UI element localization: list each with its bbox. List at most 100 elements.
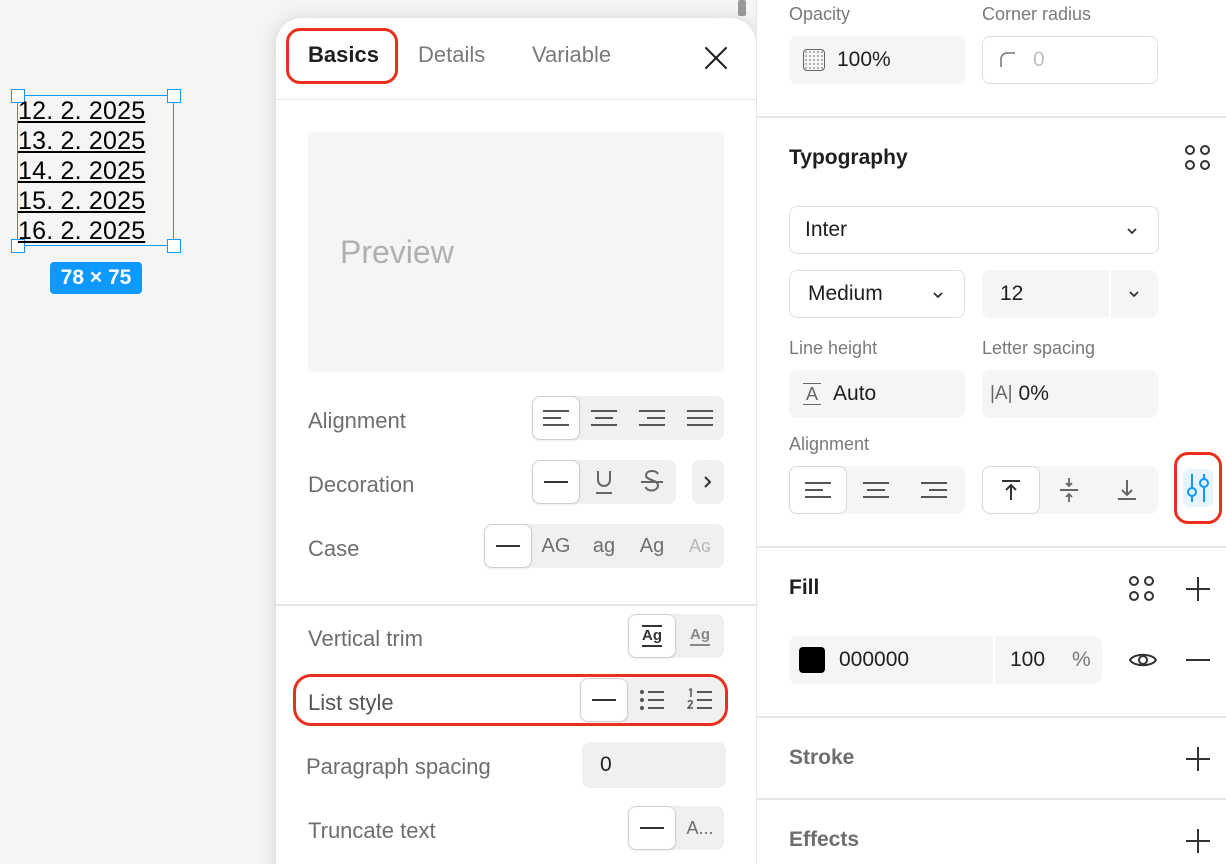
section-divider	[757, 546, 1226, 548]
opacity-input[interactable]: 100%	[789, 36, 965, 84]
case-label: Case	[308, 536, 360, 561]
text-styles-icon[interactable]	[1185, 145, 1211, 171]
add-effect-icon[interactable]	[1186, 829, 1210, 853]
truncate-segmented: A...	[628, 806, 724, 850]
align-right-button[interactable]	[628, 396, 676, 440]
font-size-input[interactable]: 12	[982, 270, 1158, 318]
strikethrough-button[interactable]	[628, 460, 676, 504]
stroke-title: Stroke	[789, 746, 855, 769]
align-justify-icon	[687, 410, 713, 426]
corner-radius-input[interactable]: 0	[982, 36, 1158, 84]
text-alignment-label: Alignment	[789, 434, 870, 454]
section-divider	[757, 716, 1226, 718]
typography-title: Typography	[789, 146, 908, 169]
selected-text-layer[interactable]: 12. 2. 2025 13. 2. 2025 14. 2. 2025 15. …	[18, 96, 178, 246]
underline-icon	[596, 471, 612, 494]
align-center-button[interactable]	[580, 396, 628, 440]
case-upper-button[interactable]: AG	[532, 524, 580, 568]
text-line: 12. 2. 2025	[18, 97, 146, 125]
underline-button[interactable]	[580, 460, 628, 504]
opacity-value: 100%	[837, 48, 891, 71]
dash-icon	[496, 545, 520, 547]
highlight-ring	[286, 28, 398, 84]
type-settings-button[interactable]	[1174, 452, 1222, 524]
chevron-down-icon	[933, 292, 943, 299]
vertical-trim-cap-button[interactable]: Ag	[676, 614, 724, 658]
opacity-label: Opacity	[789, 4, 851, 24]
preview-area: Preview	[308, 132, 724, 372]
paragraph-spacing-input[interactable]: 0	[582, 742, 726, 788]
corner-radius-label: Corner radius	[982, 4, 1092, 24]
chevron-down-icon	[1127, 228, 1137, 235]
remove-fill-icon[interactable]	[1186, 659, 1210, 661]
trim-standard-icon: Ag	[642, 625, 662, 647]
decoration-more-button[interactable]	[692, 460, 724, 504]
decoration-none-button[interactable]	[532, 460, 580, 504]
truncate-none-button[interactable]	[628, 806, 676, 850]
case-title-button[interactable]: Ag	[628, 524, 676, 568]
truncate-ellipsis-button[interactable]: A...	[676, 806, 724, 850]
fill-color-input[interactable]: 000000 100 %	[789, 636, 1102, 684]
fill-field-divider	[993, 636, 995, 684]
align-top-button[interactable]	[982, 466, 1040, 514]
tab-details[interactable]: Details	[418, 42, 485, 68]
section-divider	[757, 798, 1226, 800]
align-top-icon	[1002, 480, 1020, 500]
close-icon[interactable]	[704, 46, 728, 70]
font-weight-dropdown[interactable]: Medium	[789, 270, 965, 318]
add-stroke-icon[interactable]	[1186, 747, 1210, 771]
eye-icon[interactable]	[1128, 650, 1158, 670]
text-line: 15. 2. 2025	[18, 187, 146, 215]
section-divider	[276, 604, 756, 606]
line-height-value: Auto	[833, 382, 877, 405]
fill-title: Fill	[789, 576, 820, 599]
vertical-trim-label: Vertical trim	[308, 626, 423, 651]
text-align-center-button[interactable]	[847, 466, 905, 514]
size-badge: 78 × 75	[50, 262, 142, 294]
font-size-value: 12	[1000, 282, 1024, 305]
align-right-icon	[639, 410, 665, 426]
color-styles-icon[interactable]	[1129, 576, 1155, 602]
vertical-trim-standard-button[interactable]: Ag	[628, 614, 676, 658]
alignment-label: Alignment	[308, 408, 406, 433]
case-lower-button[interactable]: ag	[580, 524, 628, 568]
preview-text: Preview	[340, 234, 454, 270]
letter-spacing-value: 0%	[1018, 382, 1049, 405]
text-line: 13. 2. 2025	[18, 127, 146, 155]
chevron-down-icon[interactable]	[1128, 290, 1140, 298]
align-justify-button[interactable]	[676, 396, 724, 440]
case-small-caps-button[interactable]: Aɢ	[676, 524, 724, 568]
letter-spacing-input[interactable]: |A| 0%	[982, 370, 1158, 418]
line-height-input[interactable]: A Auto	[789, 370, 965, 418]
tab-variable[interactable]: Variable	[532, 42, 611, 68]
paragraph-spacing-label: Paragraph spacing	[306, 754, 491, 779]
decoration-label: Decoration	[308, 472, 415, 497]
corner-radius-value: 0	[1033, 48, 1045, 71]
vertical-trim-segmented: Ag Ag	[628, 614, 724, 658]
scrollbar-thumb[interactable]	[738, 0, 746, 16]
letter-spacing-icon: |A|	[990, 383, 1013, 404]
align-right-icon	[921, 482, 947, 498]
text-align-left-button[interactable]	[789, 466, 847, 514]
trim-cap-icon: Ag	[690, 626, 710, 646]
fill-opacity-value[interactable]: 100	[1010, 648, 1045, 672]
font-weight-value: Medium	[808, 282, 883, 305]
align-left-button[interactable]	[532, 396, 580, 440]
font-family-dropdown[interactable]: Inter	[789, 206, 1159, 254]
fill-swatch[interactable]	[799, 647, 825, 673]
align-left-icon	[543, 410, 569, 426]
horizontal-alignment-segmented	[789, 466, 965, 514]
text-align-right-button[interactable]	[905, 466, 963, 514]
case-none-button[interactable]	[484, 524, 532, 568]
alignment-segmented	[532, 396, 724, 440]
add-fill-icon[interactable]	[1186, 577, 1210, 601]
opacity-icon	[803, 49, 825, 71]
corner-radius-icon	[1000, 52, 1015, 67]
font-family-value: Inter	[805, 218, 848, 241]
sliders-icon	[1187, 474, 1209, 502]
align-left-icon	[805, 482, 831, 498]
align-bottom-button[interactable]	[1098, 466, 1156, 514]
align-middle-button[interactable]	[1040, 466, 1098, 514]
tab-bar: Basics Details Variable	[276, 18, 756, 100]
canvas[interactable]: 12. 2. 2025 13. 2. 2025 14. 2. 2025 15. …	[0, 0, 276, 864]
